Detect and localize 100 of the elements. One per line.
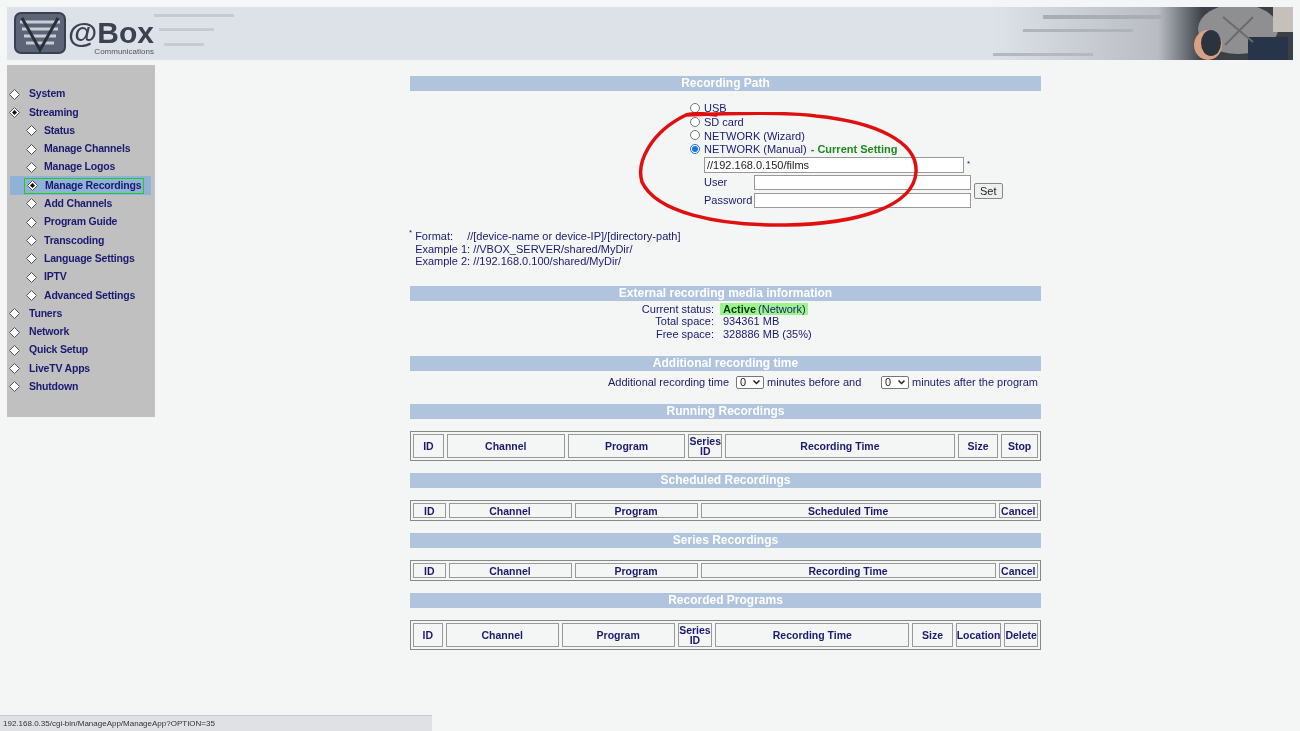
diamond-icon [26, 125, 37, 137]
sidebar-item[interactable]: Streaming [7, 103, 155, 122]
diamond-icon [26, 216, 37, 228]
sidebar-item[interactable]: System [7, 85, 155, 104]
section-header: Running Recordings [410, 404, 1041, 420]
sidebar-subitem[interactable]: Program Guide [24, 214, 120, 231]
required-mark: * [967, 158, 971, 171]
column-header: Scheduled Time [700, 503, 996, 519]
diamond-icon [9, 308, 20, 320]
column-header: Program [574, 563, 698, 579]
column-header: Cancel [998, 563, 1038, 579]
current-setting-note: - Current Setting [810, 142, 898, 157]
column-header: Location [955, 623, 1002, 648]
column-header: Size [912, 623, 953, 648]
footnote-mark: * [409, 229, 413, 240]
info-label: Current status: [640, 302, 715, 316]
diamond-icon [26, 235, 37, 246]
section-header: Series Recordings [410, 533, 1041, 549]
column-header: Delete [1004, 623, 1038, 648]
sidebar-subitem[interactable]: Transcoding [24, 232, 107, 249]
column-header: Program [561, 623, 675, 648]
diamond-icon [9, 88, 20, 100]
radio-button[interactable] [690, 144, 700, 155]
diamond-icon [26, 253, 37, 265]
sidebar-item[interactable]: Quick Setup [7, 341, 155, 360]
filled-diamond-icon [27, 180, 38, 192]
status-bar: 192.168.0.35/cgi-bin/ManageApp/ManageApp?OPTION=35 [0, 715, 432, 731]
sidebar-label: System [29, 86, 66, 102]
column-header: ID [413, 563, 446, 579]
column-header: Channel [445, 623, 559, 648]
radio-label: NETWORK (Wizard) [704, 128, 805, 143]
set-button[interactable]: Set [974, 183, 1003, 200]
sidebar-label: LiveTV Apps [29, 360, 90, 376]
sidebar-subitem[interactable]: Manage Channels [24, 141, 133, 158]
diamond-icon [26, 143, 37, 155]
column-header: ID [413, 434, 444, 459]
section-header: Recording Path [410, 76, 1041, 91]
radio-label: USB [704, 100, 727, 115]
sidebar-item[interactable]: Tuners [7, 304, 155, 323]
format-value: //[device-name or device-IP]/[directory-path] [467, 230, 681, 243]
diamond-icon [9, 381, 20, 393]
sidebar-subitem[interactable]: IPTV [24, 269, 69, 286]
sidebar-subitem[interactable]: Manage Logos [24, 159, 118, 176]
format-value: //VBOX_SERVER/shared/MyDir/ [473, 242, 633, 256]
column-header: Series ID [677, 623, 713, 648]
section-header: Additional recording time [410, 356, 1041, 372]
sidebar-subitem[interactable]: Add Channels [24, 195, 115, 212]
column-header: Recording Time [700, 563, 996, 579]
diamond-icon [26, 161, 37, 173]
format-label: Example 1: [415, 242, 471, 256]
info-label: Total space: [654, 315, 715, 328]
password-field[interactable] [754, 192, 971, 208]
column-header: Program [567, 434, 686, 459]
column-header: Channel [448, 503, 572, 519]
sidebar-subitem[interactable]: Status [24, 122, 77, 139]
column-header: Series ID [688, 434, 723, 459]
sidebar-item[interactable]: LiveTV Apps [7, 359, 155, 378]
sidebar-label: Shutdown [29, 379, 79, 394]
additional-time-label: Additional recording time [608, 374, 730, 390]
diamond-icon [26, 271, 37, 283]
password-label: Password [704, 193, 754, 208]
diamond-icon [26, 198, 37, 210]
radio-button[interactable] [690, 116, 700, 127]
sidebar-label: Program Guide [44, 214, 118, 230]
before-select[interactable]: 0 [736, 375, 765, 389]
diamond-icon [26, 289, 37, 301]
format-label: Format: [415, 230, 455, 243]
path-field[interactable]: //192.168.0.150/films [704, 157, 964, 174]
filled-diamond-icon [9, 106, 20, 118]
column-header: Channel [446, 434, 565, 459]
column-header: Size [957, 434, 999, 459]
column-header: Cancel [998, 503, 1038, 519]
sidebar-label: IPTV [44, 269, 67, 285]
sidebar-subitem[interactable]: Language Settings [24, 250, 137, 267]
sidebar-label: Streaming [29, 104, 79, 120]
sidebar-label: Manage Channels [44, 141, 131, 157]
chevron-down-icon [753, 379, 761, 385]
sidebar-label: Network [29, 324, 70, 340]
column-header: Recording Time [725, 434, 955, 459]
logo-subtext: Communications [94, 48, 154, 56]
column-header: ID [413, 503, 446, 519]
radio-label: NETWORK (Manual) [704, 142, 807, 157]
sidebar-item[interactable]: Shutdown [7, 377, 155, 397]
sidebar-item[interactable]: Network [7, 322, 155, 342]
user-field[interactable] [754, 174, 971, 190]
section-header: Recorded Programs [410, 593, 1041, 609]
before-text: minutes before and [767, 374, 863, 390]
sidebar-label: Transcoding [44, 232, 105, 248]
sidebar-subitem[interactable]: Manage Recordings [24, 177, 145, 194]
radio-label: SD card [704, 114, 744, 129]
info-value: 328886 MB (35%) [722, 327, 812, 341]
sidebar-label: Advanced Settings [44, 287, 136, 303]
info-value: 934361 MB [722, 315, 780, 328]
radio-button[interactable] [690, 102, 700, 113]
radio-button[interactable] [690, 130, 700, 141]
logo-text: @Box [68, 15, 154, 49]
sidebar-label: Add Channels [44, 196, 113, 212]
after-select[interactable]: 0 [881, 375, 910, 389]
status-detail: (Network) [758, 302, 808, 316]
sidebar-subitem[interactable]: Advanced Settings [24, 287, 138, 304]
